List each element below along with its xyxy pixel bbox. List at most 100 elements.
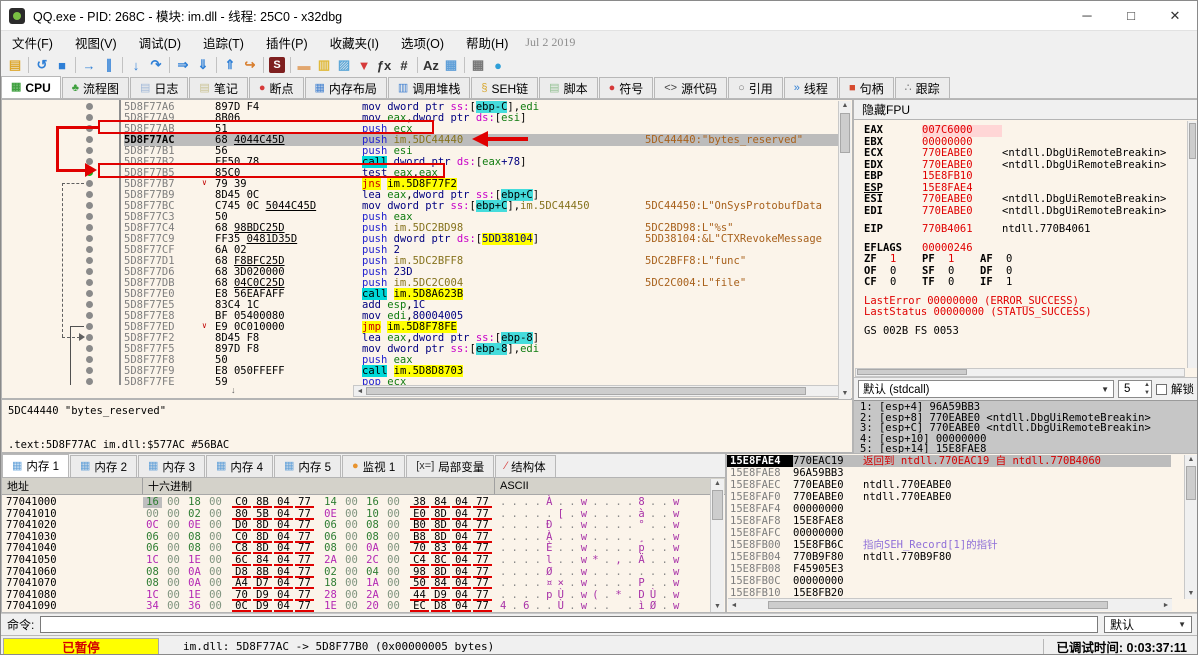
dump-byte[interactable]: 16 <box>143 496 162 508</box>
disasm-row[interactable]: 5D8F77C4 68 98BDC25D push im.5DC2BD98 5DC2B… <box>2 222 838 234</box>
dump-byte[interactable]: 04 <box>274 531 293 543</box>
dump-byte[interactable]: 00 <box>342 519 361 531</box>
row-dot-icon[interactable] <box>86 334 93 341</box>
disasm-row[interactable]: 5D8F77A6 897D F4 mov dword ptr ss:[ebp-C],… <box>2 100 838 113</box>
dump-byte[interactable]: 1C <box>143 589 162 601</box>
dump-byte[interactable]: 08 <box>363 531 382 543</box>
dump-byte[interactable]: 77 <box>473 531 492 543</box>
row-dot-icon[interactable] <box>86 257 93 264</box>
dump-byte[interactable]: 77 <box>295 554 314 566</box>
dump-byte[interactable]: 00 <box>206 531 225 543</box>
dump-byte[interactable]: 00 <box>164 601 183 613</box>
dump-byte[interactable]: 00 <box>164 577 183 589</box>
comment-icon[interactable]: ▥ <box>314 56 334 74</box>
dump-byte[interactable]: 77 <box>295 496 314 508</box>
dump-byte[interactable]: 00 <box>384 508 403 520</box>
modules-icon[interactable]: ▦ <box>441 56 461 74</box>
dump-byte[interactable]: 08 <box>143 566 162 578</box>
dump-byte[interactable]: 04 <box>274 554 293 566</box>
disasm-row[interactable]: 5D8F77E5 83C4 1C add esp,1C <box>2 299 838 311</box>
stack-row[interactable]: 15E8FAE8 96A59BB3 <box>727 467 1171 479</box>
dump-byte[interactable]: 04 <box>452 519 471 532</box>
register-info-row[interactable]: ZF 1 PF 1 AF 0 <box>864 253 1186 266</box>
dump-byte[interactable]: 00 <box>342 543 361 555</box>
row-dot-icon[interactable] <box>86 180 93 187</box>
label-icon[interactable]: ▨ <box>334 56 354 74</box>
dump-tab-结构体[interactable]: ⁄ 结构体 <box>495 455 556 477</box>
tab-SEH链[interactable]: § SEH链 <box>471 77 539 98</box>
dump-byte[interactable]: 06 <box>321 531 340 543</box>
disasm-row[interactable]: 5D8F77E8 BF 05400080 mov edi,80004005 <box>2 310 838 322</box>
dump-byte[interactable]: 70 <box>410 543 429 555</box>
dump-byte[interactable]: 44 <box>410 589 429 601</box>
command-input[interactable] <box>40 616 1098 633</box>
stack-row[interactable]: 15E8FAF0 770EABE0 ntdll.770EABE0 <box>727 491 1171 503</box>
dump-byte[interactable]: 04 <box>452 601 471 613</box>
dump-byte[interactable]: C8 <box>232 543 251 555</box>
dump-byte[interactable]: 8D <box>431 508 450 520</box>
dump-byte[interactable]: E0 <box>410 508 429 520</box>
dump-byte[interactable]: 1E <box>185 589 204 601</box>
dump-byte[interactable]: 5B <box>253 508 272 520</box>
disasm-row[interactable]: 5D8F77B2 FF50 78 call dword ptr ds:[eax+78… <box>2 155 838 168</box>
dump-byte[interactable]: 00 <box>384 589 403 601</box>
disasm-row[interactable]: 5D8F77D6 68 3D020000 push 23D <box>2 266 838 278</box>
tab-句柄[interactable]: ■ 句柄 <box>838 77 894 98</box>
disasm-row[interactable]: 5D8F77F5 897D F8 mov dword ptr ss:[ebp-8],… <box>2 342 838 355</box>
dump-byte[interactable]: 8B <box>253 566 272 578</box>
menu-item[interactable]: 调试(D) <box>128 33 192 52</box>
calculator-icon[interactable]: ▦ <box>468 56 488 74</box>
dump-byte[interactable]: 10 <box>363 508 382 520</box>
register-row[interactable]: EDX 770EABE0 <ntdll.DbgUiRemoteBreakin> <box>864 159 1186 172</box>
row-dot-icon[interactable] <box>86 301 93 308</box>
disassembly-pane[interactable]: 5D8F77A6 897D F4 mov dword ptr ss:[ebp-C],… <box>1 99 853 399</box>
row-dot-icon[interactable] <box>86 213 93 220</box>
step-over-icon[interactable]: ↷ <box>146 56 166 74</box>
row-dot-icon[interactable] <box>86 147 93 154</box>
dump-byte[interactable]: 50 <box>410 577 429 590</box>
dump-byte[interactable]: 77 <box>473 554 492 566</box>
register-row[interactable]: EBP 15E8FB10 <box>864 170 1186 183</box>
dump-byte[interactable]: 00 <box>384 554 403 566</box>
register-row[interactable]: EAX 007C6000 <box>864 124 1186 137</box>
registers-horizontal-scrollbar[interactable] <box>855 368 1185 377</box>
dump-byte[interactable]: 77 <box>295 519 314 532</box>
disasm-row[interactable]: 5D8F77D1 68 F8BFC25D push im.5DC2BFF8 5DC2B… <box>2 255 838 267</box>
dump-byte[interactable]: 00 <box>342 508 361 520</box>
dump-byte[interactable]: 00 <box>384 601 403 613</box>
tab-跟踪[interactable]: ∴ 跟踪 <box>894 77 950 98</box>
disasm-vertical-scrollbar[interactable]: ▲ ▼ <box>838 101 851 399</box>
minimize-button[interactable]: ─ <box>1065 1 1109 30</box>
disasm-row[interactable]: 5D8F77AB 51 push ecx <box>2 123 838 135</box>
dump-byte[interactable]: 77 <box>473 496 492 508</box>
dump-byte[interactable]: 04 <box>452 508 471 520</box>
menu-item[interactable]: 收藏夹(I) <box>319 33 390 52</box>
disasm-row[interactable]: 5D8F77F8 50 push eax <box>2 354 838 366</box>
dump-tab-局部变量[interactable]: [x=] 局部变量 <box>406 455 495 477</box>
step-into-icon[interactable]: ↓ <box>126 56 146 74</box>
dump-byte[interactable]: 00 <box>206 519 225 531</box>
memory-dump-pane[interactable]: ▦ 内存 1 ▦ 内存 2 ▦ 内存 3 ▦ 内存 4 ▦ 内存 5 ● 监视 1 [x=] 局部变量 ⁄ 结… <box>1 453 726 613</box>
tab-调用堆栈[interactable]: ▥ 调用堆栈 <box>387 77 471 98</box>
tab-日志[interactable]: ▤ 日志 <box>129 77 189 98</box>
disasm-row[interactable]: 5D8F77C3 50 push eax <box>2 211 838 223</box>
dump-byte[interactable]: 00 <box>164 589 183 601</box>
dump-byte[interactable]: 00 <box>206 566 225 578</box>
dump-byte[interactable]: 8D <box>253 543 272 555</box>
dump-byte[interactable]: 00 <box>206 554 225 566</box>
dump-byte[interactable]: 36 <box>185 601 204 613</box>
dump-byte[interactable]: 8D <box>431 519 450 532</box>
dump-byte[interactable]: 00 <box>342 589 361 601</box>
registers-pane[interactable]: 隐藏FPU EAX 007C6000 EBX 00000000 ECX 770EABE0 <… <box>853 99 1197 454</box>
stack-horizontal-scrollbar[interactable]: ◄ ► <box>728 598 1172 611</box>
stack-row[interactable]: 15E8FAE4 770EAC19 返回到 ntdll.770EAC19 自 ntd… <box>727 455 1171 467</box>
dump-byte[interactable]: C0 <box>232 496 251 508</box>
restart-icon[interactable]: ↺ <box>32 56 52 74</box>
dump-byte[interactable]: 8D <box>253 519 272 532</box>
dump-byte[interactable]: 77 <box>295 508 314 520</box>
disasm-row[interactable]: 5D8F77CF 6A 02 push 2 <box>2 244 838 256</box>
breakpoint-dot-icon[interactable] <box>86 169 93 176</box>
disasm-row[interactable]: 5D8F77B9 8D45 0C lea eax,dword ptr ss:[ebp… <box>2 188 838 201</box>
tab-流程图[interactable]: ♣ 流程图 <box>61 77 129 98</box>
dump-byte[interactable]: 00 <box>206 577 225 589</box>
